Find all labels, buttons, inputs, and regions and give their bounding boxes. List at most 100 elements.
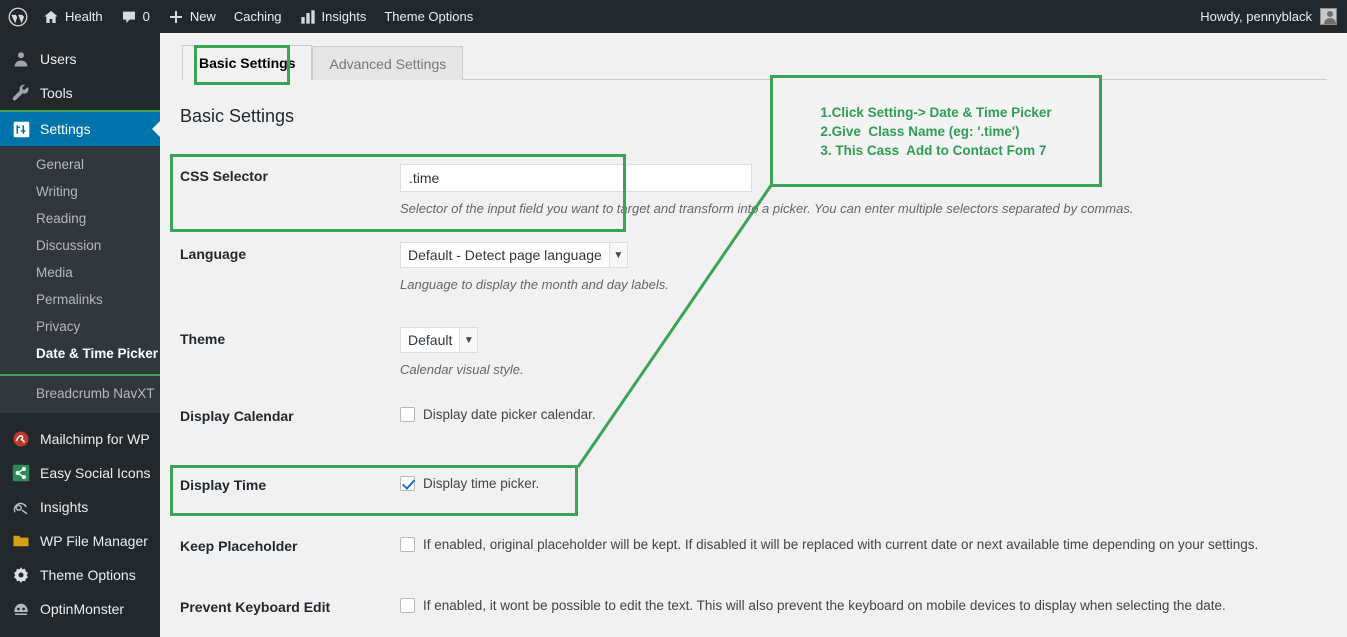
label-language: Language — [180, 246, 247, 262]
prevent-keyboard-edit-checkbox[interactable] — [400, 598, 415, 613]
submenu-item-discussion[interactable]: Discussion — [0, 232, 160, 259]
settings-submenu: General Writing Reading Discussion Media… — [0, 146, 160, 374]
row-css-selector: CSS Selector Selector of the input field… — [180, 150, 1280, 228]
row-display-calendar: Display Calendar Display date picker cal… — [180, 395, 1280, 458]
adminbar-item-health[interactable]: Health — [34, 0, 112, 33]
help-language: Language to display the month and day la… — [400, 277, 669, 292]
mailchimp-icon — [11, 429, 31, 449]
keep-placeholder-checkbox-label: If enabled, original placeholder will be… — [423, 537, 1259, 552]
adminbar-item-insights[interactable]: Insights — [291, 0, 376, 33]
display-time-checkbox-label: Display time picker. — [423, 476, 540, 491]
adminbar-health-label: Health — [65, 9, 103, 24]
chevron-down-icon: ▼ — [459, 328, 478, 352]
howdy-label: Howdy, pennyblack — [1200, 9, 1312, 24]
label-display-time: Display Time — [180, 477, 267, 493]
admin-bar: Health 0 New Caching Insights Theme Opti… — [0, 0, 1347, 33]
display-calendar-checkbox-row[interactable]: Display date picker calendar. — [400, 407, 1280, 422]
sidebar-item-optinmonster[interactable]: OptinMonster — [0, 592, 160, 626]
label-css-selector: CSS Selector — [180, 168, 268, 184]
prevent-keyboard-edit-checkbox-row[interactable]: If enabled, it wont be possible to edit … — [400, 598, 1280, 613]
adminbar-item-comments[interactable]: 0 — [112, 0, 159, 33]
sidebar-item-insights[interactable]: Insights — [0, 490, 160, 524]
sidebar-item-settings[interactable]: Settings — [0, 112, 160, 146]
sidebar-item-wp-file-manager-label: WP File Manager — [40, 533, 148, 549]
row-display-time: Display Time Display time picker. — [180, 458, 1280, 519]
language-select-value: Default - Detect page language — [408, 247, 602, 263]
theme-select-value: Default — [408, 332, 453, 348]
comment-icon — [121, 9, 137, 25]
label-keep-placeholder: Keep Placeholder — [180, 538, 298, 554]
adminbar-new-label: New — [189, 9, 216, 24]
settings-submenu-tail: Breadcrumb NavXT — [0, 376, 160, 413]
sidebar-item-easy-social-icons[interactable]: Easy Social Icons — [0, 456, 160, 490]
sidebar-item-wp-file-manager[interactable]: WP File Manager — [0, 524, 160, 558]
display-calendar-checkbox[interactable] — [400, 407, 415, 422]
submenu-item-privacy[interactable]: Privacy — [0, 313, 160, 340]
insights-icon — [11, 497, 31, 517]
help-theme: Calendar visual style. — [400, 362, 524, 377]
admin-sidebar: Users Tools Settings General Writing Rea… — [0, 33, 160, 637]
bar-chart-icon — [300, 9, 316, 25]
display-time-checkbox-row[interactable]: Display time picker. — [400, 476, 1280, 491]
page-title: Basic Settings — [180, 106, 295, 126]
display-calendar-checkbox-label: Display date picker calendar. — [423, 407, 596, 422]
sidebar-item-tools[interactable]: Tools — [0, 76, 160, 110]
prevent-keyboard-edit-checkbox-label: If enabled, it wont be possible to edit … — [423, 598, 1226, 613]
sidebar-top-spacer — [0, 33, 160, 42]
sidebar-plugin-spacer — [0, 413, 160, 422]
user-icon — [11, 49, 31, 69]
sidebar-item-theme-options[interactable]: Theme Options — [0, 558, 160, 592]
sidebar-item-theme-options-label: Theme Options — [40, 567, 136, 583]
home-icon — [43, 9, 59, 25]
optinmonster-icon — [11, 599, 31, 619]
tab-advanced-settings[interactable]: Advanced Settings — [312, 46, 464, 80]
sidebar-item-insights-label: Insights — [40, 499, 89, 515]
wordpress-logo-icon — [8, 7, 28, 27]
submenu-item-general[interactable]: General — [0, 151, 160, 178]
sidebar-item-mailchimp-for-wp[interactable]: Mailchimp for WP — [0, 422, 160, 456]
adminbar-item-new[interactable]: New — [159, 0, 225, 33]
label-theme: Theme — [180, 331, 226, 347]
adminbar-caching-label: Caching — [233, 9, 282, 24]
adminbar-account[interactable]: Howdy, pennyblack — [1200, 8, 1347, 25]
label-prevent-keyboard-edit: Prevent Keyboard Edit — [180, 599, 331, 615]
row-language: Language Default - Detect page language … — [180, 228, 1280, 313]
settings-tabs: Basic Settings Advanced Settings — [182, 45, 1327, 80]
sidebar-item-users-label: Users — [40, 51, 77, 67]
label-display-calendar: Display Calendar — [180, 408, 294, 424]
current-menu-arrow-icon — [152, 121, 160, 137]
submenu-item-media[interactable]: Media — [0, 259, 160, 286]
chevron-down-icon: ▼ — [608, 243, 627, 267]
wrench-icon — [11, 83, 31, 103]
adminbar-theme-options-label: Theme Options — [384, 9, 474, 24]
sidebar-item-settings-label: Settings — [40, 121, 91, 137]
sidebar-item-tools-label: Tools — [40, 85, 73, 101]
settings-form: CSS Selector Selector of the input field… — [180, 150, 1280, 637]
adminbar-item-wordpress-logo[interactable] — [0, 0, 34, 33]
sidebar-item-easy-social-icons-label: Easy Social Icons — [40, 465, 151, 481]
help-css-selector: Selector of the input field you want to … — [400, 201, 1134, 216]
submenu-item-breadcrumb-navxt[interactable]: Breadcrumb NavXT — [0, 380, 160, 407]
adminbar-item-theme-options[interactable]: Theme Options — [375, 0, 482, 33]
row-theme: Theme Default ▼ Calendar visual style. — [180, 313, 1280, 395]
submenu-item-writing[interactable]: Writing — [0, 178, 160, 205]
display-time-checkbox[interactable] — [400, 476, 415, 491]
folder-icon — [11, 531, 31, 551]
adminbar-item-caching[interactable]: Caching — [225, 0, 291, 33]
theme-select[interactable]: Default ▼ — [400, 327, 479, 353]
row-keep-placeholder: Keep Placeholder If enabled, original pl… — [180, 519, 1280, 580]
sidebar-item-users[interactable]: Users — [0, 42, 160, 76]
settings-sliders-icon — [11, 119, 31, 139]
row-prevent-keyboard-edit: Prevent Keyboard Edit If enabled, it won… — [180, 580, 1280, 637]
share-icon — [11, 463, 31, 483]
keep-placeholder-checkbox[interactable] — [400, 537, 415, 552]
sidebar-item-mailchimp-label: Mailchimp for WP — [40, 431, 150, 447]
language-select[interactable]: Default - Detect page language ▼ — [400, 242, 628, 268]
submenu-item-permalinks[interactable]: Permalinks — [0, 286, 160, 313]
css-selector-input[interactable] — [400, 164, 752, 192]
submenu-item-reading[interactable]: Reading — [0, 205, 160, 232]
tab-basic-settings[interactable]: Basic Settings — [182, 45, 313, 80]
sidebar-item-optinmonster-label: OptinMonster — [40, 601, 125, 617]
submenu-item-date-time-picker[interactable]: Date & Time Picker — [0, 340, 160, 367]
keep-placeholder-checkbox-row[interactable]: If enabled, original placeholder will be… — [400, 537, 1280, 552]
